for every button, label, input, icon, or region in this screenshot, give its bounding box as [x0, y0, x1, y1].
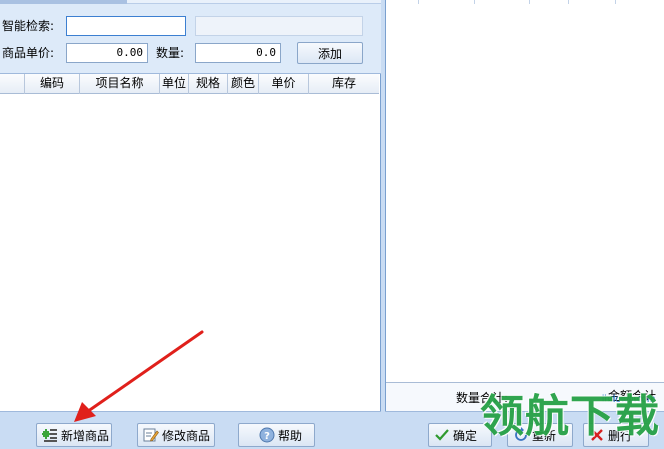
add-list-icon [42, 427, 58, 443]
search-label: 智能检索: [2, 19, 55, 33]
column-header-color[interactable]: 颜色 [228, 74, 259, 94]
price-input[interactable]: 0.00 [66, 43, 148, 63]
quantity-label: 数量: [156, 46, 185, 60]
order-panel: 数量合计: 金额合计 [385, 0, 664, 411]
refresh-icon [513, 427, 529, 443]
delete-row-label: 删行 [608, 428, 633, 443]
product-table-body[interactable] [0, 95, 379, 411]
search-hint-field [195, 16, 363, 36]
quantity-total-label: 数量合计: [456, 391, 509, 405]
edit-icon [143, 427, 159, 443]
reset-label: 重新 [532, 428, 557, 443]
column-header-spec[interactable]: 规格 [189, 74, 228, 94]
right-toolbar: 确定 重新 删行 [385, 411, 664, 449]
confirm-label: 确定 [453, 428, 478, 443]
edit-product-button[interactable]: 修改商品 [137, 423, 215, 447]
order-table-body[interactable] [386, 4, 664, 382]
search-input[interactable] [66, 16, 186, 36]
svg-text:?: ? [264, 431, 270, 442]
column-header-code[interactable]: 编码 [25, 74, 80, 94]
product-panel: 智能检索: 商品单价: 0.00 数量: 0.0 添加 编码 项目名称 单位 规… [0, 0, 381, 411]
column-header-unit[interactable]: 单位 [160, 74, 189, 94]
column-header-selector[interactable] [0, 74, 25, 94]
summary-bar: 数量合计: 金额合计 [386, 382, 664, 411]
price-label: 商品单价: [2, 46, 55, 60]
reset-button[interactable]: 重新 [507, 423, 573, 447]
add-button[interactable]: 添加 [297, 42, 363, 64]
help-label: 帮助 [278, 428, 303, 443]
quantity-input[interactable]: 0.0 [195, 43, 281, 63]
column-header-price[interactable]: 单价 [259, 74, 309, 94]
red-x-icon [589, 427, 605, 443]
delete-row-button[interactable]: 删行 [583, 423, 649, 447]
help-icon: ? [259, 427, 275, 443]
left-toolbar: 新增商品 修改商品 ? 帮助 [0, 411, 381, 449]
checkmark-icon [434, 427, 450, 443]
tab-strip [0, 0, 381, 4]
new-product-label: 新增商品 [61, 428, 110, 443]
amount-total-label: 金额合计 [608, 389, 657, 403]
edit-product-label: 修改商品 [162, 428, 211, 443]
tab-edge [0, 0, 127, 4]
search-form: 智能检索: 商品单价: 0.00 数量: 0.0 添加 [0, 0, 381, 74]
column-header-stock[interactable]: 库存 [309, 74, 379, 94]
column-header-name[interactable]: 项目名称 [80, 74, 160, 94]
product-table-header: 编码 项目名称 单位 规格 颜色 单价 库存 [0, 74, 379, 94]
confirm-button[interactable]: 确定 [428, 423, 492, 447]
new-product-button[interactable]: 新增商品 [36, 423, 112, 447]
help-button[interactable]: ? 帮助 [238, 423, 315, 447]
